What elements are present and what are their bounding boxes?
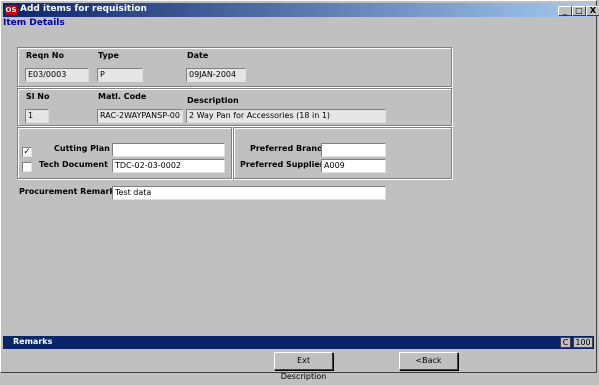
minimize-button[interactable]: _ <box>558 6 572 16</box>
date-field[interactable]: 09JAN-2004 <box>186 68 246 82</box>
preferred-brand-label: Preferred Brand <box>250 144 323 153</box>
tech-document-label: Tech Document <box>39 160 108 169</box>
date-label: Date <box>187 51 209 60</box>
section-title: Item Details <box>3 18 65 28</box>
reqn-no-field[interactable]: E03/0003 <box>25 68 89 82</box>
status-bar: Remarks C 100 <box>3 336 594 349</box>
status-value: 100 <box>573 337 593 348</box>
maximize-button[interactable]: □ <box>572 6 586 16</box>
back-button[interactable]: <Back <box>399 352 458 370</box>
description-label: Description <box>187 96 239 105</box>
matl-code-field[interactable]: RAC-2WAYPANSP-00 <box>97 109 183 123</box>
type-field[interactable]: P <box>97 68 143 82</box>
preferred-supplier-label: Preferred Supplier <box>240 160 324 169</box>
preferred-supplier-field[interactable]: A009 <box>321 159 386 173</box>
cutting-plan-label: Cutting Plan <box>54 144 110 153</box>
window-title: Add items for requisition <box>20 4 147 14</box>
procurement-remarks-field[interactable]: Test data <box>112 186 386 200</box>
close-button[interactable]: X <box>586 6 599 16</box>
status-text: Remarks <box>13 337 53 346</box>
app-icon: OS <box>5 5 17 15</box>
ext-description-button[interactable]: Ext Description <box>274 352 333 381</box>
reqn-no-label: Reqn No <box>26 51 64 60</box>
cutting-plan-field[interactable] <box>112 143 225 157</box>
procurement-remarks-label: Procurement Remarks <box>19 187 120 196</box>
tech-document-field[interactable]: TDC-02-03-0002 <box>112 159 225 173</box>
requisition-window: OS Add items for requisition _ □ X Item … <box>0 0 599 381</box>
status-mode: C <box>560 337 571 348</box>
type-label: Type <box>98 51 119 60</box>
preferred-brand-field[interactable] <box>321 143 386 157</box>
title-bar: OS Add items for requisition _ □ X <box>3 3 599 17</box>
cutting-plan-checkbox[interactable]: ✓ <box>22 147 32 157</box>
sl-no-field[interactable]: 1 <box>25 109 49 123</box>
sl-no-label: Sl No <box>26 92 50 101</box>
description-field[interactable]: 2 Way Pan for Accessories (18 in 1) <box>186 109 386 123</box>
tech-document-checkbox[interactable] <box>22 162 32 172</box>
matl-code-label: Matl. Code <box>98 92 147 101</box>
